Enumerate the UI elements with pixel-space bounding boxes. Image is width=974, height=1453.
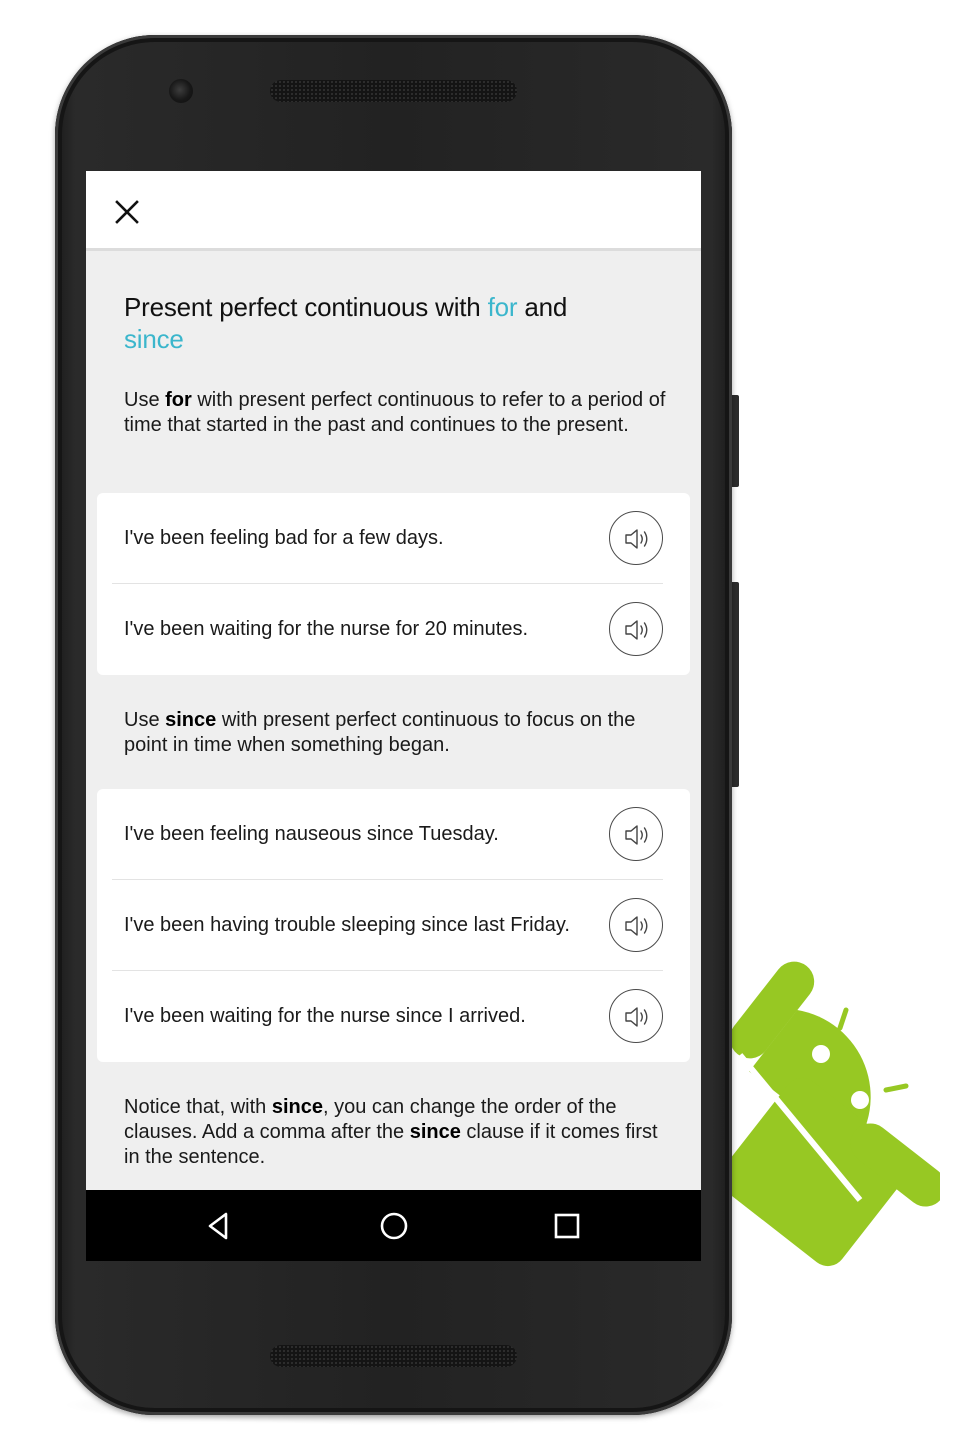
close-icon[interactable] [112,197,142,227]
recent-apps-square-icon[interactable] [551,1210,583,1242]
android-robot-icon [720,961,940,1267]
example-row: I've been waiting for the nurse for 20 m… [97,584,690,675]
app-top-bar [86,171,701,251]
example-row: I've been feeling bad for a few days. [97,493,690,584]
home-circle-icon[interactable] [378,1210,410,1242]
example-row: I've been having trouble sleeping since … [97,880,690,971]
phone-screen: Present perfect continuous with for and s… [86,171,701,1261]
since-order-note: Notice that, with since, you can change … [124,1096,658,1168]
title-keyword-for: for [487,292,518,322]
speaker-icon [625,825,648,845]
play-audio-button[interactable] [609,602,663,656]
keyword-since: since [409,1121,461,1143]
front-camera [169,79,193,103]
example-sentence: I've been feeling nauseous since Tuesday… [124,823,499,845]
earpiece-speaker [270,80,517,102]
speaker-icon [625,916,648,936]
since-examples-card: I've been feeling nauseous since Tuesday… [97,789,690,1062]
since-explanation: Use since with present perfect continuou… [124,709,636,756]
android-nav-bar [86,1190,701,1261]
speaker-icon [625,529,648,549]
example-sentence: I've been waiting for the nurse for 20 m… [124,618,529,640]
keyword-for: for [165,389,192,411]
for-examples-card: I've been feeling bad for a few days. I'… [97,493,690,675]
example-sentence: I've been waiting for the nurse since I … [124,1005,526,1027]
example-row: I've been feeling nauseous since Tuesday… [97,789,690,880]
back-triangle-icon[interactable] [204,1210,236,1242]
lesson-title: Present perfect continuous with for and s… [124,292,568,354]
keyword-since: since [271,1096,323,1118]
example-sentence: I've been feeling bad for a few days. [124,527,444,549]
for-explanation: Use for with present perfect continuous … [124,389,666,436]
speaker-icon [625,1007,648,1027]
play-audio-button[interactable] [609,898,663,952]
play-audio-button[interactable] [609,807,663,861]
example-row: I've been waiting for the nurse since I … [97,971,690,1062]
bottom-speaker [270,1345,517,1367]
example-sentence: I've been having trouble sleeping since … [124,914,570,936]
speaker-icon [625,620,648,640]
keyword-since: since [165,709,217,731]
title-keyword-since: since [124,324,184,354]
play-audio-button[interactable] [609,989,663,1043]
play-audio-button[interactable] [609,511,663,565]
